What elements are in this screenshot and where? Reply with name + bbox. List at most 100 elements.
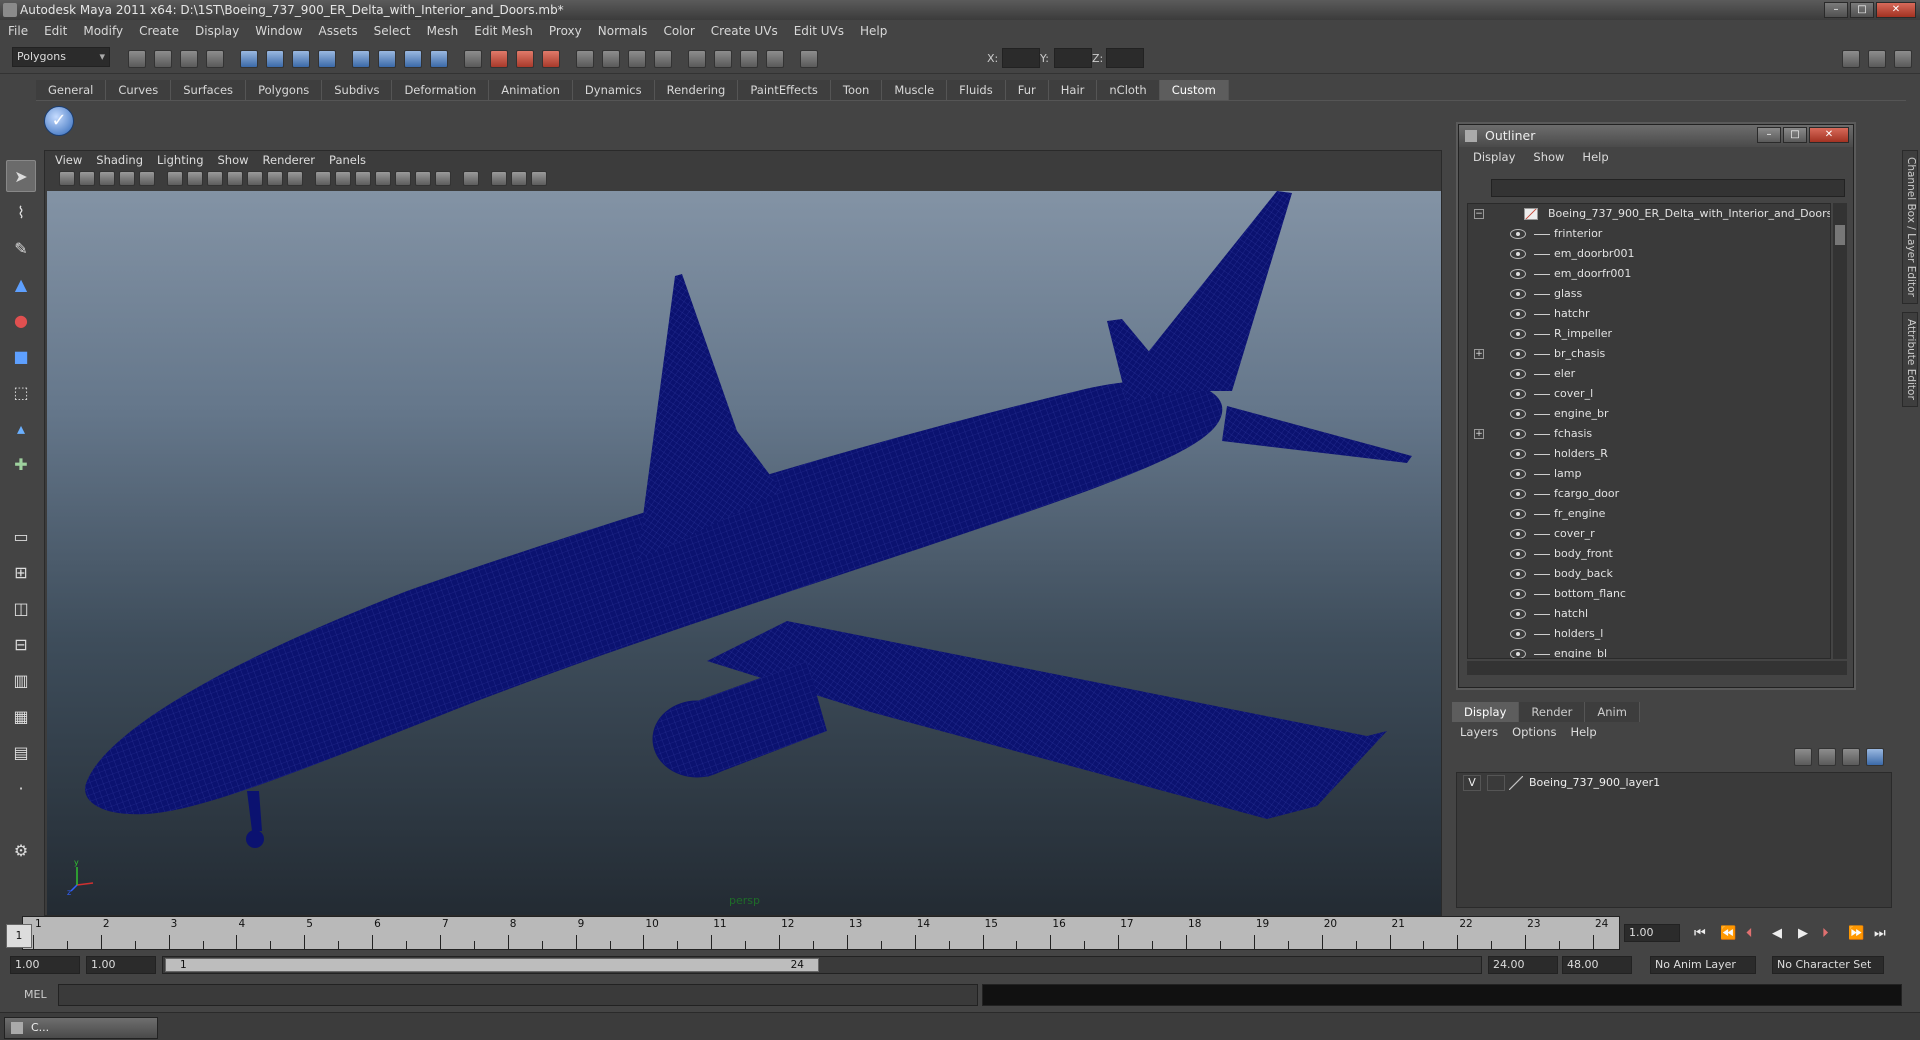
shelf-tab-animation[interactable]: Animation — [489, 80, 573, 100]
y-input[interactable] — [1054, 48, 1092, 68]
shelf-tab-muscle[interactable]: Muscle — [882, 80, 948, 100]
shelf-tab-custom[interactable]: Custom — [1159, 80, 1229, 100]
shelf-tab-ncloth[interactable]: nCloth — [1097, 80, 1160, 100]
outliner-menu-show[interactable]: Show — [1533, 150, 1564, 164]
outliner-maximize-button[interactable]: □ — [1783, 127, 1807, 143]
shelf-tab-dynamics[interactable]: Dynamics — [572, 80, 655, 100]
menu-help[interactable]: Help — [860, 24, 887, 38]
outliner-item[interactable]: cover_l — [1468, 384, 1830, 404]
anim-layer-dropdown[interactable]: No Anim Layer — [1650, 956, 1756, 974]
wireframe-on-shaded-icon[interactable] — [355, 171, 371, 186]
layer-menu-layers[interactable]: Layers — [1460, 725, 1498, 739]
persp-outliner-layout-icon[interactable]: ◫ — [6, 592, 36, 624]
snap-view-icon[interactable] — [404, 50, 422, 68]
menu-set-dropdown[interactable]: Polygons — [12, 47, 110, 67]
manipulator-icon[interactable]: ⬚ — [6, 376, 36, 408]
outliner-item[interactable]: lamp — [1468, 464, 1830, 484]
layer-tab-render[interactable]: Render — [1519, 702, 1586, 722]
step-back-frame-icon[interactable]: ⏴ — [1746, 926, 1753, 941]
select-component-icon[interactable] — [266, 50, 284, 68]
shadows-icon[interactable] — [415, 171, 431, 186]
menu-select[interactable]: Select — [374, 24, 411, 38]
outliner-item[interactable]: fcargo_door — [1468, 484, 1830, 504]
go-to-end-icon[interactable]: ⏭ — [1874, 926, 1886, 941]
outliner-item[interactable]: + fchasis — [1468, 424, 1830, 444]
menu-window[interactable]: Window — [255, 24, 302, 38]
minimized-window-button[interactable]: C... — [4, 1017, 158, 1039]
input-ops-icon[interactable] — [602, 50, 620, 68]
go-to-start-icon[interactable]: ⏮ — [1694, 926, 1706, 941]
viewport-menu-view[interactable]: View — [55, 153, 82, 167]
shelf-tab-painteffects[interactable]: PaintEffects — [738, 80, 831, 100]
persp-graph-layout-icon[interactable]: ⊟ — [6, 628, 36, 660]
layer-up-icon[interactable] — [1842, 748, 1860, 766]
menu-edit-uvs[interactable]: Edit UVs — [794, 24, 844, 38]
use-lights-icon[interactable] — [395, 171, 411, 186]
outliner-vertical-scrollbar[interactable] — [1833, 203, 1847, 659]
snap-curve-icon[interactable] — [352, 50, 370, 68]
shelf-tab-toon[interactable]: Toon — [830, 80, 883, 100]
persp-graph-hypergraph-icon[interactable]: ▦ — [6, 700, 36, 732]
layer-down-icon[interactable] — [1866, 748, 1884, 766]
time-slider-track[interactable]: 1 2 3 4 5 6 7 8 9 10 11 12 13 14 15 16 17 18 19 20 21 22 23 24 — [22, 916, 1620, 950]
panel-layout-icon[interactable] — [1842, 50, 1860, 68]
viewport-menu-show[interactable]: Show — [218, 153, 249, 167]
outliner-item[interactable]: hatchl — [1468, 604, 1830, 624]
shelf-tab-hair[interactable]: Hair — [1048, 80, 1098, 100]
menu-color[interactable]: Color — [663, 24, 694, 38]
layer-menu-options[interactable]: Options — [1512, 725, 1556, 739]
outliner-item[interactable]: bottom_flanc — [1468, 584, 1830, 604]
render-settings-icon[interactable] — [542, 50, 560, 68]
new-layer-icon[interactable] — [1794, 748, 1812, 766]
more-layouts-icon[interactable]: · — [6, 772, 36, 804]
mel-label[interactable]: MEL — [24, 988, 47, 1001]
outliner-menu-display[interactable]: Display — [1473, 150, 1515, 164]
tool-settings-toggle-icon[interactable] — [1894, 50, 1912, 68]
outliner-item[interactable]: eler — [1468, 364, 1830, 384]
move-tool-icon[interactable]: ▲ — [6, 268, 36, 300]
xray-joints-icon[interactable] — [511, 171, 527, 186]
menu-create[interactable]: Create — [139, 24, 179, 38]
outliner-minimize-button[interactable]: – — [1757, 127, 1781, 143]
ipr-icon[interactable] — [714, 50, 732, 68]
menu-normals[interactable]: Normals — [598, 24, 648, 38]
output-ops-icon[interactable] — [628, 50, 646, 68]
xray-icon[interactable] — [491, 171, 507, 186]
wireframe-icon[interactable] — [315, 171, 331, 186]
animation-start-field[interactable]: 1.00 — [10, 956, 80, 974]
paint-select-icon[interactable]: ✎ — [6, 232, 36, 264]
ipr-render-icon[interactable] — [516, 50, 534, 68]
gate-mask-icon[interactable] — [227, 171, 243, 186]
camera-attributes-icon[interactable] — [79, 171, 95, 186]
layer-color-swatch[interactable] — [1509, 776, 1523, 790]
new-layer-selected-icon[interactable] — [1818, 748, 1836, 766]
outliner-item[interactable]: hatchr — [1468, 304, 1830, 324]
layer-visibility-toggle[interactable]: V — [1463, 775, 1481, 791]
hardware-texture-icon[interactable] — [435, 171, 451, 186]
outliner-item[interactable]: engine_bl — [1468, 644, 1830, 658]
channel-box-toggle-icon[interactable] — [1868, 50, 1886, 68]
step-back-key-icon[interactable]: ⏪ — [1720, 926, 1736, 941]
current-frame-field[interactable]: 1.00 — [1624, 924, 1680, 942]
render-view-icon[interactable] — [688, 50, 706, 68]
menu-file[interactable]: File — [8, 24, 28, 38]
layer-display-type-toggle[interactable] — [1487, 775, 1505, 791]
save-scene-icon[interactable] — [180, 50, 198, 68]
hypershade-icon[interactable] — [576, 50, 594, 68]
construction-history-icon[interactable] — [654, 50, 672, 68]
textured-icon[interactable] — [375, 171, 391, 186]
maximize-button[interactable]: □ — [1850, 2, 1874, 18]
menu-proxy[interactable]: Proxy — [549, 24, 582, 38]
menu-assets[interactable]: Assets — [319, 24, 358, 38]
shelf-tab-surfaces[interactable]: Surfaces — [171, 80, 247, 100]
soft-mod-icon[interactable]: ▴ — [6, 412, 36, 444]
current-time-marker[interactable]: 1 — [6, 924, 32, 948]
outliner-item[interactable]: body_front — [1468, 544, 1830, 564]
shelf-tab-polygons[interactable]: Polygons — [246, 80, 323, 100]
layer-menu-help[interactable]: Help — [1570, 725, 1596, 739]
mel-command-input[interactable] — [58, 984, 978, 1006]
grid-toggle-icon[interactable] — [167, 171, 183, 186]
outliner-item[interactable]: em_doorbr001 — [1468, 244, 1830, 264]
checkmark-icon[interactable]: ✓ — [44, 106, 74, 136]
select-object-icon[interactable] — [240, 50, 258, 68]
